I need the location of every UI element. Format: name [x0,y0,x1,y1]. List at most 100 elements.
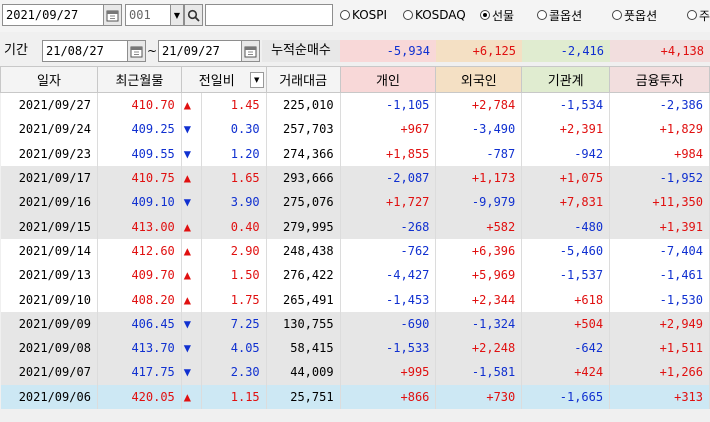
arrow-up-icon: ▲ [181,165,202,191]
arrow-up-icon: ▲ [181,384,202,409]
radio-kosdaq[interactable]: KOSDAQ [403,7,466,23]
individual-cell: -1,453 [340,287,437,312]
table-row[interactable]: 2021/09/27 410.70 ▲ 1.45 225,010 -1,105 +2,784… [0,92,710,118]
header-price[interactable]: 최근월물 [96,66,182,93]
price-cell: 410.75 [97,165,182,191]
amount-cell: 225,010 [266,92,341,118]
search-button[interactable] [184,4,203,26]
table-row[interactable]: 2021/09/06 420.05 ▲ 1.15 25,751 +866 +730 -1,66… [0,384,710,409]
price-cell: 413.00 [97,214,182,239]
financial-cell: +1,266 [609,360,710,385]
radio-kospi[interactable]: KOSPI [340,7,387,23]
code-dropdown-button[interactable]: ▼ [170,4,184,26]
arrow-up-icon: ▲ [181,287,202,312]
table-row[interactable]: 2021/09/07 417.75 ▼ 2.30 44,009 +995 -1,581 +42… [0,360,710,385]
date-cell: 2021/09/10 [0,287,98,312]
table-row[interactable]: 2021/09/14 412.60 ▲ 2.90 248,438 -762 +6,396 -5… [0,238,710,264]
radio-label: 선물 [492,8,515,23]
price-cell: 409.10 [97,190,182,215]
change-cell: 2.30 [201,360,267,385]
amount-cell: 279,995 [266,214,341,239]
financial-cell: +1,511 [609,335,710,361]
financial-cell: -1,530 [609,287,710,312]
amount-cell: 257,703 [266,117,341,142]
radio-futures[interactable]: 선물 [480,7,514,23]
table-row[interactable]: 2021/09/08 413.70 ▼ 4.05 58,415 -1,533 +2,248-… [0,335,710,361]
radio-circle-icon [612,10,622,20]
institution-cell: -1,534 [521,92,611,118]
arrow-down-icon: ▼ [181,360,202,385]
header-individual[interactable]: 개인 [339,66,437,93]
individual-cell: +1,727 [340,190,437,215]
table-row[interactable]: 2021/09/09 406.45 ▼ 7.25 130,755 -690 -1,324 +5… [0,311,710,336]
date-cell: 2021/09/17 [0,165,98,191]
change-cell: 4.05 [201,335,267,361]
date-cell: 2021/09/27 [0,92,98,118]
name-field[interactable] [205,4,333,26]
header-foreign[interactable]: 외국인 [435,66,523,93]
price-cell: 412.60 [97,238,182,264]
change-cell: 0.30 [201,117,267,142]
date-input[interactable]: 2021/09/27 [2,4,104,26]
from-calendar-button[interactable] [127,40,146,62]
date-cell: 2021/09/16 [0,190,98,215]
toolbar: 2021/09/27 001 ▼ KOSPI KOSDAQ 선물 콜옵션 풋옵션… [0,0,710,32]
header-date[interactable]: 일자 [0,66,98,93]
table-row[interactable]: 2021/09/17 410.75 ▲ 1.65 293,666 -2,087 +1,173… [0,165,710,191]
arrow-down-icon: ▼ [181,311,202,336]
table-row[interactable]: 2021/09/10 408.20 ▲ 1.75 265,491 -1,453 +2,344… [0,287,710,312]
arrow-up-icon: ▲ [181,238,202,264]
individual-cell: -2,087 [340,165,437,191]
table-row[interactable]: 2021/09/13 409.70 ▲ 1.50 276,422 -4,427 +5,969… [0,263,710,288]
total-individual: -5,934 [340,40,436,62]
foreign-cell: +730 [435,384,523,409]
chevron-down-icon[interactable]: ▼ [249,72,264,88]
individual-cell: -268 [340,214,437,239]
chevron-down-icon: ▼ [173,10,181,20]
to-calendar-button[interactable] [241,40,260,62]
date-cell: 2021/09/07 [0,360,98,385]
institution-cell: +618 [521,287,611,312]
radio-label: KOSPI [352,8,388,22]
table-row[interactable]: 2021/09/23 409.55 ▼ 1.20 274,366 +1,855 -787 -9… [0,141,710,166]
radio-label: KOSDAQ [415,8,466,22]
institution-cell: -1,537 [521,263,611,288]
table-row[interactable]: 2021/09/24 409.25 ▼ 0.30 257,703 +967 -3,490 +2… [0,117,710,142]
institution-cell: -642 [521,335,611,361]
calendar-icon [244,46,257,57]
financial-cell: +313 [609,384,710,409]
radio-circle-icon [340,10,350,20]
header-financial[interactable]: 금융투자 [609,66,710,93]
header-institution[interactable]: 기관계 [521,66,611,93]
radio-circle-icon [537,10,547,20]
table-row[interactable]: 2021/09/16 409.10 ▼ 3.90 275,076 +1,727 -9,979… [0,190,710,215]
price-cell: 417.75 [97,360,182,385]
radio-call-option[interactable]: 콜옵션 [537,7,582,23]
cumulative-label: 누적순매수 [262,40,340,62]
radio-stock[interactable]: 주 [687,7,710,23]
institution-cell: +504 [521,311,611,336]
from-date-input[interactable]: 21/08/27 [42,40,128,62]
radio-put-option[interactable]: 풋옵션 [612,7,657,23]
change-cell: 2.90 [201,238,267,264]
date-cell: 2021/09/23 [0,141,98,166]
arrow-up-icon: ▲ [181,214,202,239]
change-cell: 7.25 [201,311,267,336]
total-financial: +4,138 [610,40,710,62]
individual-cell: -4,427 [340,263,437,288]
date-cell: 2021/09/13 [0,263,98,288]
to-date-input[interactable]: 21/09/27 [158,40,242,62]
table-row[interactable]: 2021/09/15 413.00 ▲ 0.40 279,995 -268 +582 -480… [0,214,710,239]
period-bar: 기간 21/08/27 ~ 21/09/27 누적순매수 -5,934 +6,1… [0,38,710,64]
calendar-icon [106,10,119,21]
code-input[interactable]: 001 [125,4,171,26]
foreign-cell: -9,979 [435,190,523,215]
individual-cell: +967 [340,117,437,142]
calendar-button[interactable] [103,4,122,26]
header-change[interactable]: 전일비 ▼ [180,66,267,93]
institution-cell: -1,665 [521,384,611,409]
foreign-cell: -1,581 [435,360,523,385]
financial-cell: +1,829 [609,117,710,142]
arrow-up-icon: ▲ [181,92,202,118]
header-amount[interactable]: 거래대금 [265,66,341,93]
